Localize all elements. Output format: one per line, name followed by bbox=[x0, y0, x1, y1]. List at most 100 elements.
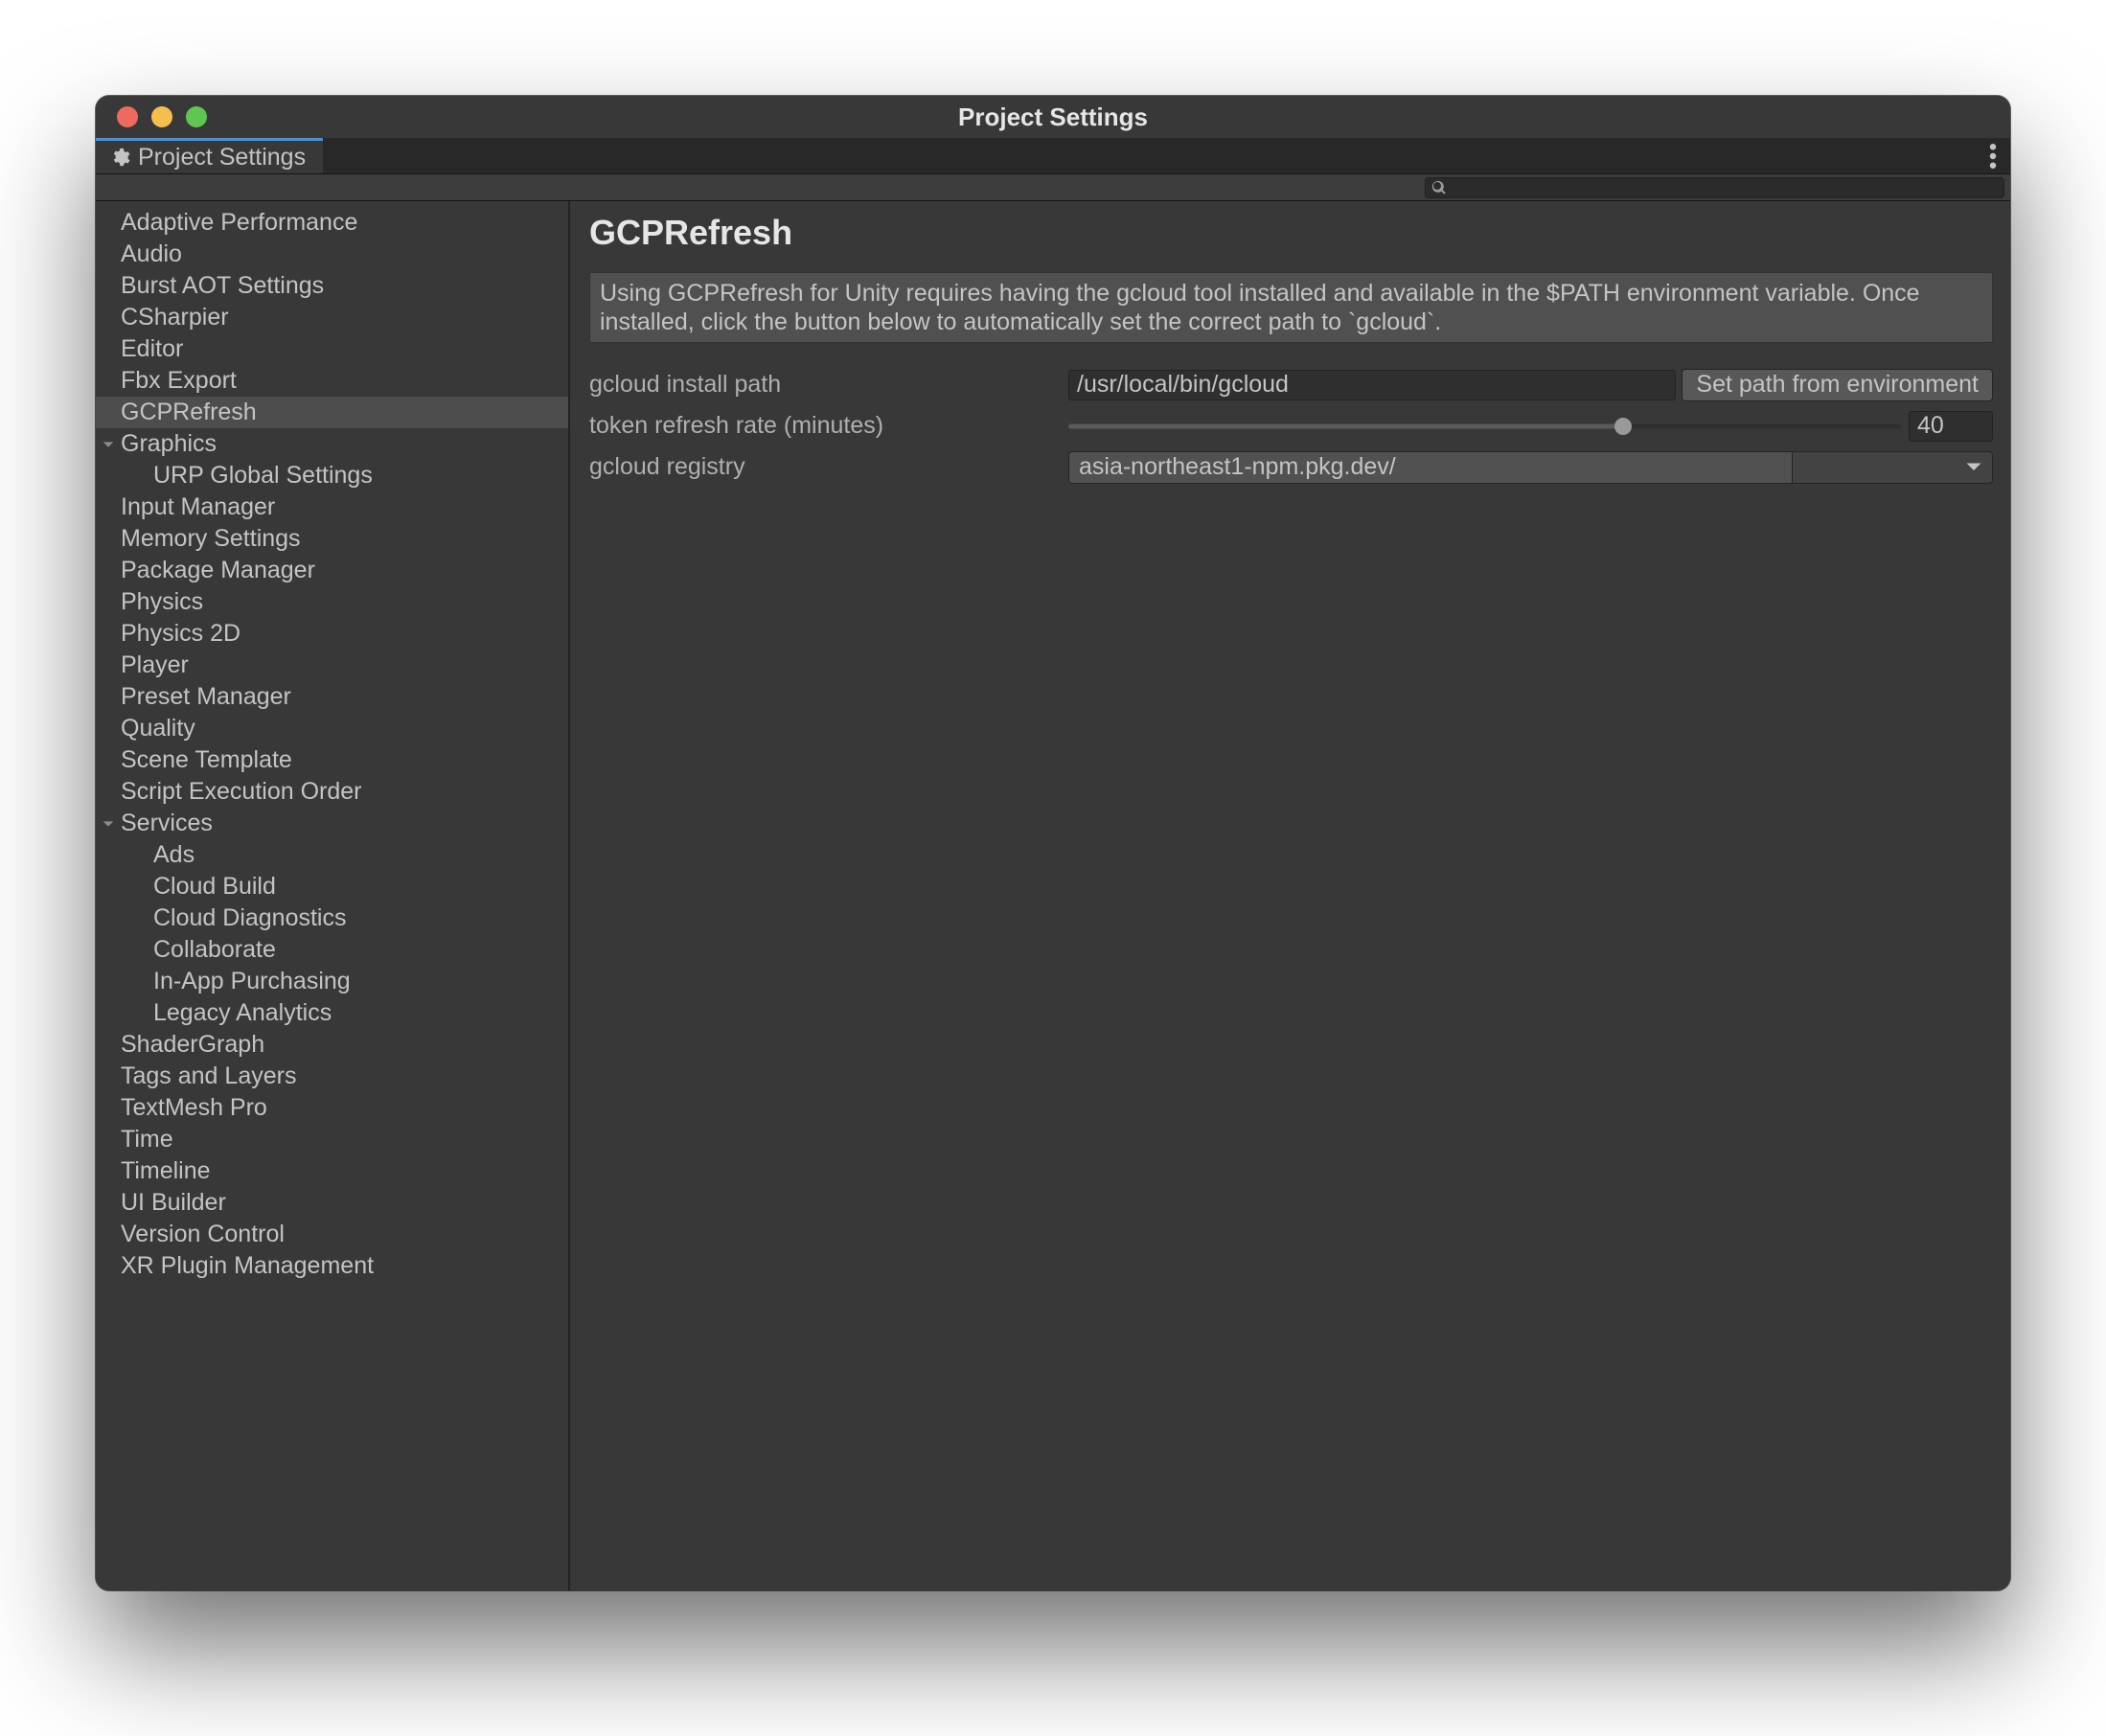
gear-icon bbox=[109, 147, 130, 168]
sidebar-item[interactable]: Physics bbox=[96, 586, 568, 618]
registry-value: asia-northeast1-npm.pkg.dev/ bbox=[1068, 451, 1792, 484]
chevron-down-icon[interactable] bbox=[100, 816, 117, 832]
sidebar-item-label: Preset Manager bbox=[121, 683, 291, 711]
sidebar-item-label: In-App Purchasing bbox=[153, 968, 351, 995]
sidebar-item[interactable]: Tags and Layers bbox=[96, 1061, 568, 1092]
sidebar-item[interactable]: CSharpier bbox=[96, 302, 568, 333]
sidebar-item[interactable]: Fbx Export bbox=[96, 365, 568, 397]
titlebar: Project Settings bbox=[96, 96, 2010, 138]
tab-options-button[interactable] bbox=[1989, 138, 1997, 173]
registry-label: gcloud registry bbox=[589, 453, 1068, 481]
maximize-icon[interactable] bbox=[186, 106, 207, 127]
sidebar-item[interactable]: Audio bbox=[96, 239, 568, 270]
sidebar-item[interactable]: Scene Template bbox=[96, 744, 568, 776]
sidebar-item[interactable]: UI Builder bbox=[96, 1187, 568, 1219]
close-icon[interactable] bbox=[117, 106, 138, 127]
sidebar-item-label: Memory Settings bbox=[121, 525, 301, 553]
sidebar-item[interactable]: In-App Purchasing bbox=[96, 966, 568, 997]
tab-project-settings[interactable]: Project Settings bbox=[96, 138, 323, 173]
sidebar-item[interactable]: Time bbox=[96, 1124, 568, 1155]
settings-sidebar: Adaptive Performance AudioBurst AOT Setti… bbox=[96, 201, 570, 1590]
set-path-button[interactable]: Set path from environment bbox=[1682, 369, 1993, 401]
sidebar-item-label: Physics 2D bbox=[121, 620, 240, 648]
sidebar-item[interactable]: Player bbox=[96, 650, 568, 681]
sidebar-item-label: Quality bbox=[121, 715, 195, 742]
toolbar bbox=[96, 174, 2010, 201]
sidebar-item-label: Services bbox=[121, 810, 213, 837]
sidebar-item-label: TextMesh Pro bbox=[121, 1094, 267, 1122]
chevron-down-icon[interactable] bbox=[100, 437, 117, 452]
sidebar-item-label: Graphics bbox=[121, 430, 217, 458]
tab-bar: Project Settings bbox=[96, 138, 2010, 174]
sidebar-item[interactable]: Quality bbox=[96, 713, 568, 744]
sidebar-item-label: Cloud Build bbox=[153, 873, 276, 901]
field-refresh-rate: token refresh rate (minutes) 40 bbox=[589, 405, 1993, 446]
registry-dropdown[interactable]: asia-northeast1-npm.pkg.dev/ bbox=[1068, 451, 1993, 484]
refresh-rate-label: token refresh rate (minutes) bbox=[589, 412, 1068, 440]
search-icon bbox=[1431, 172, 1447, 202]
sidebar-item-label: Time bbox=[121, 1126, 173, 1154]
refresh-rate-slider[interactable] bbox=[1068, 423, 1901, 430]
sidebar-item-label: UI Builder bbox=[121, 1189, 226, 1217]
sidebar-item-label: Ads bbox=[153, 841, 195, 869]
sidebar-item-label: GCPRefresh bbox=[121, 399, 257, 426]
search-field[interactable] bbox=[1425, 177, 2004, 198]
search-input[interactable] bbox=[1447, 175, 1998, 199]
tab-label: Project Settings bbox=[138, 144, 306, 171]
sidebar-item-label: Version Control bbox=[121, 1221, 285, 1248]
sidebar-item[interactable]: Legacy Analytics bbox=[96, 997, 568, 1029]
sidebar-item-label: Fbx Export bbox=[121, 367, 237, 395]
page-title: GCPRefresh bbox=[589, 213, 1993, 253]
sidebar-item[interactable]: Editor bbox=[96, 333, 568, 365]
sidebar-item[interactable]: Preset Manager bbox=[96, 681, 568, 713]
sidebar-item[interactable]: Cloud Build bbox=[96, 871, 568, 902]
sidebar-item-label: Scene Template bbox=[121, 746, 292, 774]
sidebar-item[interactable]: Script Execution Order bbox=[96, 776, 568, 808]
sidebar-item[interactable]: URP Global Settings bbox=[96, 460, 568, 491]
sidebar-item[interactable]: ShaderGraph bbox=[96, 1029, 568, 1061]
sidebar-item[interactable]: Package Manager bbox=[96, 555, 568, 586]
sidebar-item[interactable]: Input Manager bbox=[96, 491, 568, 523]
sidebar-item[interactable]: Cloud Diagnostics bbox=[96, 902, 568, 934]
project-settings-window: Project Settings Project Settings bbox=[96, 96, 2010, 1590]
sidebar-item[interactable]: Memory Settings bbox=[96, 523, 568, 555]
sidebar-item-label: Tags and Layers bbox=[121, 1062, 296, 1090]
sidebar-item-label: Physics bbox=[121, 588, 203, 616]
sidebar-item-label: CSharpier bbox=[121, 304, 229, 331]
sidebar-item-label: Legacy Analytics bbox=[153, 999, 332, 1027]
sidebar-item[interactable]: Collaborate bbox=[96, 934, 568, 966]
info-box: Using GCPRefresh for Unity requires havi… bbox=[589, 272, 1993, 343]
field-registry: gcloud registry asia-northeast1-npm.pkg.… bbox=[589, 446, 1993, 488]
sidebar-item[interactable]: Services bbox=[96, 808, 568, 839]
sidebar-item-label: URP Global Settings bbox=[153, 462, 373, 490]
sidebar-item-label: XR Plugin Management bbox=[121, 1252, 374, 1280]
settings-content: GCPRefresh Using GCPRefresh for Unity re… bbox=[570, 201, 2010, 1590]
install-path-input[interactable] bbox=[1068, 370, 1676, 400]
sidebar-item[interactable]: Ads bbox=[96, 839, 568, 871]
sidebar-item[interactable]: TextMesh Pro bbox=[96, 1092, 568, 1124]
body: Adaptive Performance AudioBurst AOT Setti… bbox=[96, 201, 2010, 1590]
sidebar-item-label: Collaborate bbox=[153, 936, 276, 964]
sidebar-item-label: ShaderGraph bbox=[121, 1031, 264, 1059]
sidebar-item[interactable]: Burst AOT Settings bbox=[96, 270, 568, 302]
refresh-rate-value[interactable]: 40 bbox=[1909, 411, 1993, 442]
window-controls bbox=[96, 106, 207, 127]
sidebar-item-label: Input Manager bbox=[121, 493, 275, 521]
sidebar-item-label: Cloud Diagnostics bbox=[153, 904, 347, 932]
sidebar-item[interactable]: Adaptive Performance bbox=[96, 207, 568, 239]
sidebar-item-label: Adaptive Performance bbox=[121, 209, 357, 237]
sidebar-item[interactable]: Physics 2D bbox=[96, 618, 568, 650]
minimize-icon[interactable] bbox=[151, 106, 172, 127]
sidebar-item[interactable]: Timeline bbox=[96, 1155, 568, 1187]
sidebar-item[interactable]: XR Plugin Management bbox=[96, 1250, 568, 1282]
sidebar-item[interactable]: Version Control bbox=[96, 1219, 568, 1250]
chevron-down-icon bbox=[1792, 451, 1993, 484]
sidebar-item-label: Player bbox=[121, 651, 189, 679]
sidebar-item[interactable]: GCPRefresh bbox=[96, 397, 568, 428]
sidebar-item-label: Editor bbox=[121, 335, 183, 363]
sidebar-item[interactable]: Graphics bbox=[96, 428, 568, 460]
window-title: Project Settings bbox=[96, 103, 2010, 132]
sidebar-item-label: Timeline bbox=[121, 1157, 211, 1185]
sidebar-item-label: Audio bbox=[121, 240, 182, 268]
sidebar-item-label: Package Manager bbox=[121, 557, 315, 584]
